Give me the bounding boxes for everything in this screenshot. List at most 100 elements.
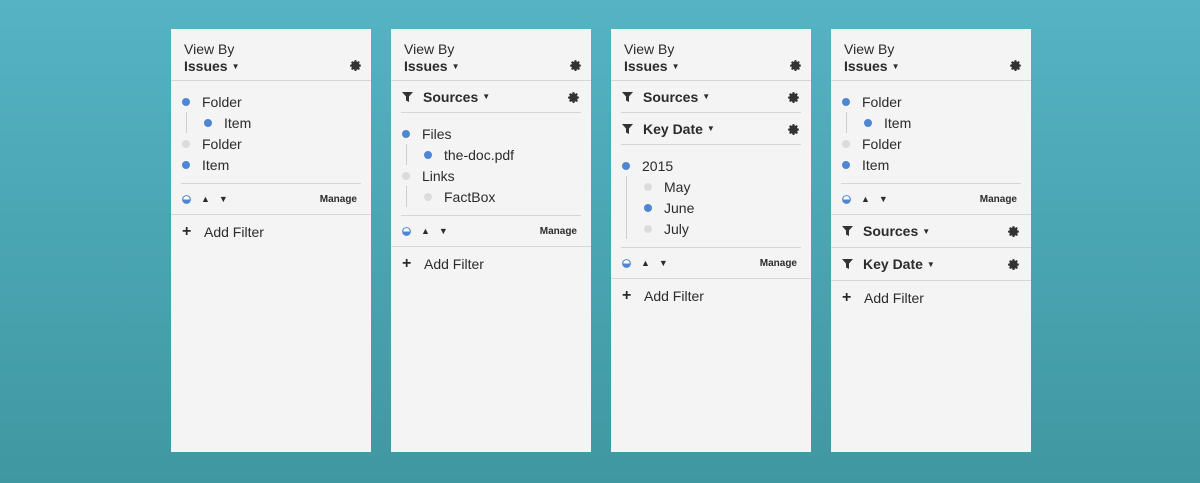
half-circle-icon[interactable] — [842, 194, 851, 204]
sources-filter-label: Sources — [863, 223, 919, 239]
arrow-down-icon[interactable]: ▼ — [439, 226, 448, 236]
manage-button[interactable]: Manage — [320, 194, 357, 205]
tree-row-label: Files — [422, 125, 452, 142]
manage-button[interactable]: Manage — [540, 226, 577, 237]
manage-button[interactable]: Manage — [760, 258, 797, 269]
tree-row-label: July — [664, 220, 689, 237]
unselected-dot-icon — [182, 139, 190, 148]
funnel-icon — [622, 91, 633, 102]
item-tree: Folder Item Folder Item — [841, 81, 1021, 184]
arrow-up-icon[interactable]: ▲ — [201, 194, 210, 204]
caret-down-icon: ▼ — [482, 92, 491, 101]
sources-filter-header[interactable]: Sources ▼ — [621, 81, 801, 113]
tree-row[interactable]: the-doc.pdf — [402, 144, 580, 165]
gear-icon[interactable] — [1008, 58, 1022, 72]
view-by-value: Issues — [184, 58, 228, 74]
tree-row[interactable]: Folder — [182, 91, 360, 112]
gear-icon[interactable] — [566, 90, 580, 104]
arrow-up-icon[interactable]: ▲ — [861, 194, 870, 204]
gear-icon[interactable] — [786, 122, 800, 136]
tree-row[interactable]: June — [622, 197, 800, 218]
caret-down-icon: ▼ — [926, 259, 935, 269]
tree-row[interactable]: May — [622, 176, 800, 197]
tree-row[interactable]: Item — [842, 154, 1020, 175]
add-filter-button[interactable]: + Add Filter — [171, 215, 371, 249]
gear-icon[interactable] — [786, 90, 800, 104]
tree-row-label: Item — [202, 156, 230, 173]
tree-row-label: Folder — [202, 135, 242, 152]
manage-button[interactable]: Manage — [980, 194, 1017, 205]
item-tree: Folder Item Folder Item — [181, 81, 361, 184]
arrow-up-icon[interactable]: ▲ — [641, 258, 650, 268]
key-date-filter-label: Key Date — [863, 256, 923, 272]
gear-icon[interactable] — [348, 58, 362, 72]
tree-row[interactable]: Item — [182, 154, 360, 175]
gear-icon[interactable] — [568, 58, 582, 72]
caret-down-icon: ▼ — [451, 62, 460, 71]
tree-row-label: May — [664, 178, 691, 195]
plus-icon: + — [402, 255, 412, 272]
item-tree: Files the-doc.pdf Links FactBox — [401, 113, 581, 216]
tree-toolbar: ▲ ▼ Manage — [841, 184, 1021, 214]
tree-toolbar: ▲ ▼ Manage — [181, 184, 361, 214]
tree-row[interactable]: Folder — [842, 91, 1020, 112]
tree-row-label: Links — [422, 167, 455, 184]
view-by-dropdown[interactable]: Issues ▼ — [844, 57, 1018, 76]
caret-down-icon: ▼ — [891, 62, 900, 71]
sources-filter-label: Sources — [643, 88, 699, 105]
arrow-up-icon[interactable]: ▲ — [421, 226, 430, 236]
key-date-filter-label: Key Date — [643, 120, 703, 137]
key-date-filter-header[interactable]: Key Date ▼ — [621, 113, 801, 145]
selected-dot-icon — [402, 129, 410, 138]
tree-row[interactable]: Item — [182, 112, 360, 133]
view-by-value: Issues — [844, 58, 888, 74]
tree-row-label: Folder — [202, 93, 242, 110]
tree-row-label: the-doc.pdf — [444, 146, 515, 163]
tree-row[interactable]: 2015 — [622, 155, 800, 176]
caret-down-icon: ▼ — [922, 226, 931, 236]
plus-icon: + — [182, 223, 192, 240]
tree-row[interactable]: Folder — [182, 133, 360, 154]
view-by-dropdown[interactable]: Issues ▼ — [624, 57, 798, 76]
sources-filter-header[interactable]: Sources ▼ — [841, 215, 1021, 247]
tree-toolbar: ▲ ▼ Manage — [621, 248, 801, 278]
half-circle-icon[interactable] — [182, 194, 191, 204]
arrow-down-icon[interactable]: ▼ — [659, 258, 668, 268]
gear-icon[interactable] — [788, 58, 802, 72]
selected-dot-icon — [842, 97, 850, 106]
tree-row[interactable]: Links — [402, 165, 580, 186]
view-by-label: View By — [624, 41, 675, 57]
gear-icon[interactable] — [1006, 257, 1020, 271]
view-by-dropdown[interactable]: Issues ▼ — [404, 57, 578, 76]
gear-icon[interactable] — [1006, 224, 1020, 238]
funnel-icon — [842, 259, 853, 269]
tree-row[interactable]: Files — [402, 123, 580, 144]
half-circle-icon[interactable] — [402, 226, 411, 236]
funnel-icon — [402, 91, 413, 102]
add-filter-button[interactable]: + Add Filter — [831, 281, 1031, 315]
view-by-label: View By — [404, 41, 455, 57]
tree-row[interactable]: Folder — [842, 133, 1020, 154]
selected-dot-icon — [842, 160, 850, 169]
tree-row[interactable]: FactBox — [402, 186, 580, 207]
arrow-down-icon[interactable]: ▼ — [219, 194, 228, 204]
view-by-dropdown[interactable]: Issues ▼ — [184, 57, 358, 76]
sources-filter-header[interactable]: Sources ▼ — [401, 81, 581, 113]
selected-dot-icon — [204, 118, 212, 127]
half-circle-icon[interactable] — [622, 258, 631, 268]
view-panel-2: View By Issues ▼ Sources ▼ Files the-doc.p… — [391, 29, 591, 452]
add-filter-label: Add Filter — [204, 224, 264, 240]
arrow-down-icon[interactable]: ▼ — [879, 194, 888, 204]
tree-row[interactable]: July — [622, 218, 800, 239]
tree-row[interactable]: Item — [842, 112, 1020, 133]
tree-row-label: Item — [862, 156, 890, 173]
tree-row-label: 2015 — [642, 157, 674, 174]
key-date-filter-header[interactable]: Key Date ▼ — [841, 248, 1021, 280]
caret-down-icon: ▼ — [706, 124, 715, 133]
unselected-dot-icon — [644, 224, 652, 233]
add-filter-button[interactable]: + Add Filter — [611, 279, 811, 313]
add-filter-button[interactable]: + Add Filter — [391, 247, 591, 281]
tree-row-label: June — [664, 199, 695, 216]
view-by-value: Issues — [624, 58, 668, 74]
item-tree: 2015 May June July — [621, 145, 801, 248]
